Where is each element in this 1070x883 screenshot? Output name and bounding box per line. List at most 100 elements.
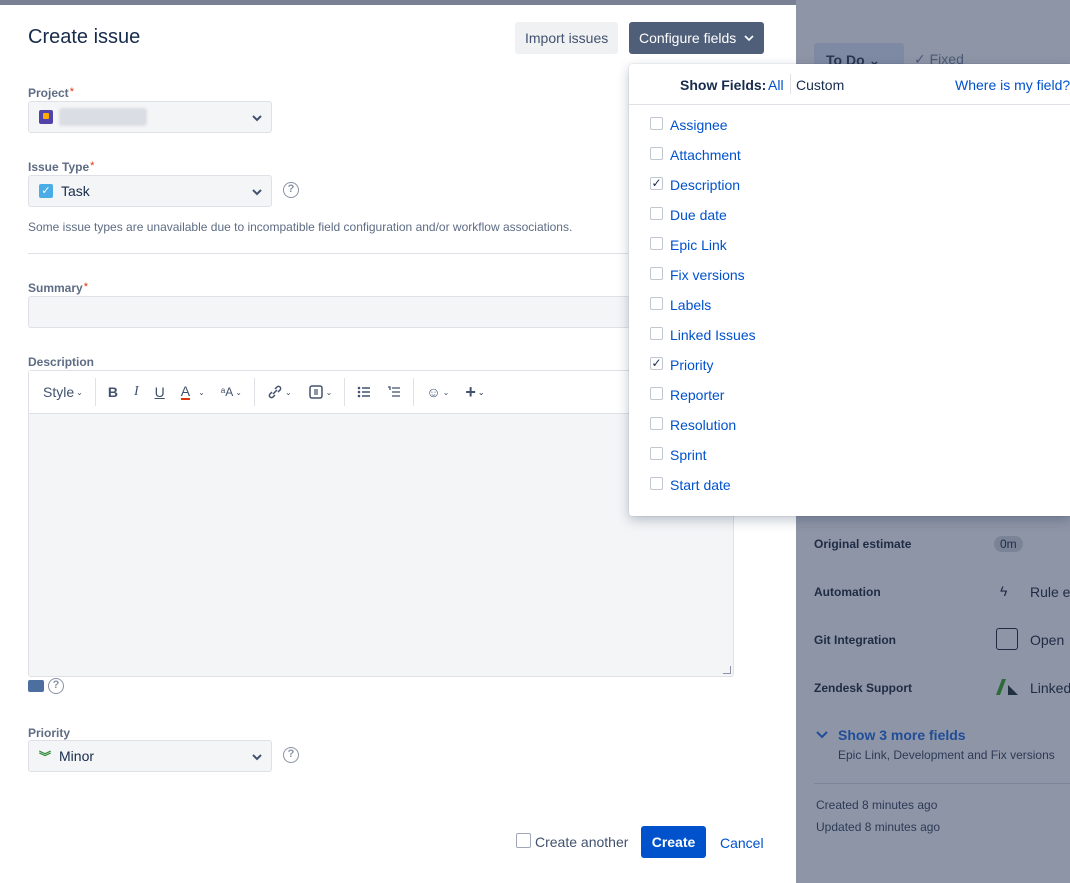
- summary-label-text: Summary: [28, 281, 83, 295]
- italic-icon[interactable]: I: [126, 384, 147, 400]
- numbered-list-icon[interactable]: [379, 385, 409, 399]
- project-label-text: Project: [28, 86, 69, 100]
- underline-icon[interactable]: U: [147, 384, 173, 400]
- bg-field-label: Zendesk Support: [814, 681, 913, 695]
- field-list: Assignee Attachment ✓ Description Due date Ep…: [629, 110, 1070, 500]
- import-issues-button[interactable]: Import issues: [515, 22, 619, 54]
- show-all-link[interactable]: All: [768, 77, 784, 93]
- field-option[interactable]: Linked Issues: [629, 320, 1070, 350]
- project-avatar-icon: [39, 110, 53, 124]
- toolbar-separator: [253, 378, 255, 406]
- created-timestamp: Created 8 minutes ago: [816, 798, 938, 812]
- attachment-icon[interactable]: ⌄: [300, 384, 341, 400]
- issue-type-select[interactable]: ✓ Task: [28, 175, 272, 207]
- help-icon[interactable]: ?: [283, 182, 299, 198]
- bold-icon[interactable]: B: [100, 384, 126, 400]
- summary-input[interactable]: [28, 296, 630, 328]
- field-option[interactable]: Reporter: [629, 380, 1070, 410]
- unchecked-checkbox[interactable]: [650, 266, 663, 280]
- unchecked-checkbox[interactable]: [650, 446, 663, 460]
- field-option-label: Description: [670, 177, 741, 193]
- unchecked-checkbox[interactable]: [650, 386, 663, 400]
- unchecked-checkbox[interactable]: [650, 146, 663, 160]
- bg-field-label: Git Integration: [814, 633, 896, 647]
- issue-type-label: Issue Type*: [28, 160, 94, 174]
- show-custom-link[interactable]: Custom: [796, 77, 844, 93]
- link-icon[interactable]: ⌄: [259, 384, 300, 400]
- field-option[interactable]: Epic Link: [629, 230, 1070, 260]
- bg-field-value: Linked: [1030, 680, 1070, 696]
- create-another-checkbox[interactable]: [516, 833, 531, 848]
- resize-handle[interactable]: [723, 666, 731, 674]
- configure-fields-dropdown: Show Fields: All Custom Where is my fiel…: [629, 64, 1070, 516]
- text-mode-icon[interactable]: [28, 680, 44, 692]
- editor-footer: ?: [28, 678, 64, 694]
- field-option[interactable]: Labels: [629, 290, 1070, 320]
- priority-select[interactable]: ︾ Minor: [28, 740, 272, 772]
- checked-checkbox[interactable]: ✓: [650, 356, 663, 370]
- unchecked-checkbox[interactable]: [650, 416, 663, 430]
- field-option[interactable]: Due date: [629, 200, 1070, 230]
- field-option[interactable]: ✓ Description: [629, 170, 1070, 200]
- field-option-label: Attachment: [670, 147, 741, 163]
- more-formatting-icon[interactable]: ᵃA ⌄: [213, 385, 250, 399]
- priority-minor-icon: ︾: [39, 749, 52, 764]
- modal-title: Create issue: [28, 26, 141, 48]
- required-marker: *: [90, 160, 95, 172]
- lightning-icon: ϟ: [1000, 583, 1008, 599]
- chevron-down-icon: [744, 35, 754, 42]
- unchecked-checkbox[interactable]: [650, 116, 663, 130]
- field-option[interactable]: Assignee: [629, 110, 1070, 140]
- bg-field-value: Open: [1030, 632, 1065, 648]
- bg-field-value: Rule e: [1030, 584, 1070, 600]
- estimate-pill: 0m: [994, 536, 1023, 552]
- divider: [814, 783, 1070, 784]
- project-label: Project*: [28, 86, 74, 100]
- divider: [790, 74, 791, 94]
- field-option[interactable]: ✓ Priority: [629, 350, 1070, 380]
- priority-label: Priority: [28, 726, 71, 740]
- chevron-down-icon: [816, 731, 828, 739]
- priority-value: Minor: [59, 748, 95, 764]
- field-option[interactable]: Resolution: [629, 410, 1070, 440]
- required-marker: *: [83, 281, 88, 293]
- field-option-label: Reporter: [670, 387, 725, 403]
- text-color-icon[interactable]: A ⌄: [173, 384, 213, 400]
- unchecked-checkbox[interactable]: [650, 236, 663, 250]
- link-svg: [268, 385, 282, 399]
- project-select[interactable]: [28, 101, 272, 133]
- bullet-list-icon[interactable]: [349, 385, 379, 399]
- help-icon[interactable]: ?: [283, 747, 299, 763]
- field-option[interactable]: Fix versions: [629, 260, 1070, 290]
- show-more-fields-link: Show 3 more fields: [838, 727, 966, 743]
- issue-type-value: Task: [61, 183, 90, 199]
- chevron-down-icon: [252, 754, 262, 761]
- toolbar-separator: [94, 378, 96, 406]
- unchecked-checkbox[interactable]: [650, 326, 663, 340]
- unchecked-checkbox[interactable]: [650, 206, 663, 220]
- create-another-label[interactable]: Create another: [535, 834, 628, 850]
- chevron-down-icon: [252, 115, 262, 122]
- bullet-list-svg: [358, 386, 371, 398]
- field-option-label: Fix versions: [670, 267, 745, 283]
- style-dropdown[interactable]: Style ⌄: [35, 384, 91, 400]
- field-option[interactable]: Start date: [629, 470, 1070, 500]
- numbered-list-svg: [388, 386, 401, 397]
- cancel-button[interactable]: Cancel: [720, 835, 764, 851]
- field-option[interactable]: Sprint: [629, 440, 1070, 470]
- field-option-label: Epic Link: [670, 237, 727, 253]
- where-is-my-field-link[interactable]: Where is my field?: [955, 77, 1070, 93]
- issue-type-hint: Some issue types are unavailable due to …: [28, 220, 573, 234]
- emoji-icon[interactable]: ☺ ⌄: [418, 384, 457, 400]
- bg-field-label: Original estimate: [814, 537, 912, 551]
- checked-checkbox[interactable]: ✓: [650, 176, 663, 190]
- help-icon[interactable]: ?: [48, 678, 64, 694]
- plus-icon[interactable]: + ⌄: [457, 382, 492, 403]
- field-option[interactable]: Attachment: [629, 140, 1070, 170]
- configure-fields-button[interactable]: Configure fields: [629, 22, 765, 54]
- unchecked-checkbox[interactable]: [650, 296, 663, 310]
- show-fields-label: Show Fields:: [680, 77, 767, 93]
- create-button[interactable]: Create: [641, 826, 706, 858]
- toolbar-separator: [413, 378, 415, 406]
- unchecked-checkbox[interactable]: [650, 476, 663, 490]
